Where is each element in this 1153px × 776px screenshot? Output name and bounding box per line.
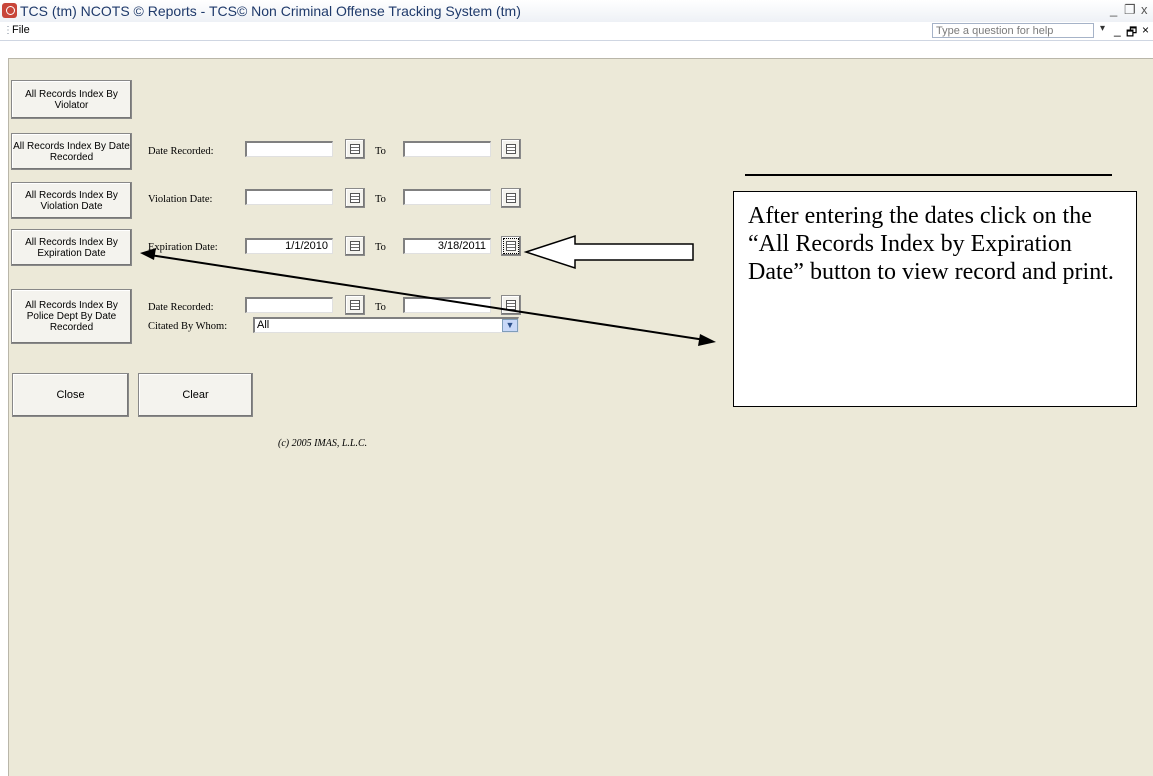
arrowhead-left-icon — [140, 248, 156, 260]
double-arrow-line — [149, 254, 706, 341]
arrowhead-right-icon — [698, 334, 716, 346]
hollow-arrow-icon — [523, 234, 694, 270]
annotation-arrows — [140, 234, 716, 346]
